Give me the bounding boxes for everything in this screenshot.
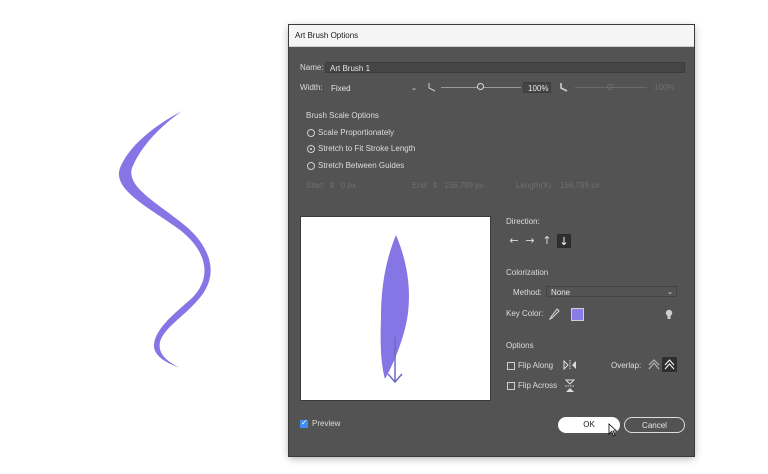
direction-down-button[interactable]: ↓ (557, 234, 571, 248)
brush-preview-panel (300, 216, 491, 401)
flip-across-icon (564, 379, 576, 392)
guides-length-value: 156,799 px (560, 181, 600, 190)
max-width-percent: 100% (654, 83, 675, 92)
stretch-between-guides-radio[interactable] (307, 162, 315, 170)
eyedropper-icon[interactable] (548, 307, 560, 321)
method-select-value: None (551, 288, 571, 297)
name-field[interactable]: Art Brush 1 (325, 62, 685, 73)
dialog-titlebar: Art Brush Options (289, 25, 694, 47)
direction-right-button[interactable]: → (523, 234, 537, 248)
width-label: Width: (300, 83, 323, 92)
flip-across-checkbox[interactable] (507, 382, 515, 390)
chevron-down-icon: ⌄ (411, 84, 417, 92)
key-color-label: Key Color: (506, 309, 544, 318)
mouse-cursor-icon (608, 423, 618, 437)
preview-checkbox[interactable] (300, 418, 308, 428)
key-color-swatch[interactable] (571, 308, 584, 321)
method-label: Method: (513, 288, 542, 297)
direction-up-button[interactable]: ↑ (540, 234, 554, 248)
method-select[interactable]: None ⌄ (546, 286, 677, 297)
overlap-none-button[interactable] (662, 357, 677, 372)
max-width-slider-thumb (607, 84, 613, 90)
brush-scale-heading: Brush Scale Options (306, 111, 379, 120)
stretch-to-fit-label[interactable]: Stretch to Fit Stroke Length (318, 143, 415, 155)
scale-proportionately-label[interactable]: Scale Proportionately (318, 127, 394, 139)
direction-label: Direction: (506, 217, 540, 226)
colorization-heading: Colorization (506, 268, 549, 277)
direction-left-button[interactable]: ← (507, 234, 521, 248)
guides-start-stepper-icon: ⇕ (329, 181, 336, 190)
guides-length-label: Length(X): (516, 181, 554, 190)
dialog-title: Art Brush Options (295, 31, 359, 40)
stretch-to-fit-radio[interactable] (307, 145, 315, 153)
stretch-between-guides-label[interactable]: Stretch Between Guides (318, 160, 404, 172)
flip-along-checkbox[interactable] (507, 362, 515, 370)
scale-proportionately-radio[interactable] (307, 129, 315, 137)
brush-stroke-artwork (118, 111, 211, 368)
art-brush-options-dialog: Art Brush Options Name: Art Brush 1 Widt… (289, 25, 694, 456)
cancel-button[interactable]: Cancel (624, 417, 685, 433)
guides-end-label: End: (412, 181, 429, 190)
guides-end-value: 156,799 px (444, 181, 484, 190)
width-select-value: Fixed (331, 84, 351, 93)
overlap-none-icon (664, 359, 675, 370)
width-percent-field[interactable]: 100% (523, 82, 551, 93)
preview-label[interactable]: Preview (312, 418, 340, 430)
guides-end-stepper-icon: ⇕ (432, 181, 439, 190)
flip-along-icon (563, 359, 576, 371)
guides-start-value: 0 px (341, 181, 357, 190)
width-slider[interactable] (441, 83, 521, 90)
chevron-down-icon: ⌄ (667, 288, 673, 296)
thin-stroke-icon (428, 83, 436, 92)
flip-along-label[interactable]: Flip Along (518, 360, 553, 372)
options-heading: Options (506, 341, 534, 350)
overlap-label: Overlap: (611, 361, 642, 370)
brush-stroke-shape (118, 111, 211, 368)
flip-across-label[interactable]: Flip Across (518, 380, 557, 392)
overlap-adjust-icon[interactable] (647, 358, 661, 372)
thick-stroke-icon (560, 83, 568, 92)
brush-preview-art (380, 235, 409, 384)
name-label: Name: (300, 63, 324, 72)
max-width-slider (575, 84, 647, 90)
width-slider-thumb[interactable] (477, 83, 484, 90)
lightbulb-tips-icon[interactable] (664, 308, 674, 321)
width-select[interactable]: Fixed ⌄ (326, 82, 420, 93)
guides-start-label: Start: (306, 181, 326, 190)
